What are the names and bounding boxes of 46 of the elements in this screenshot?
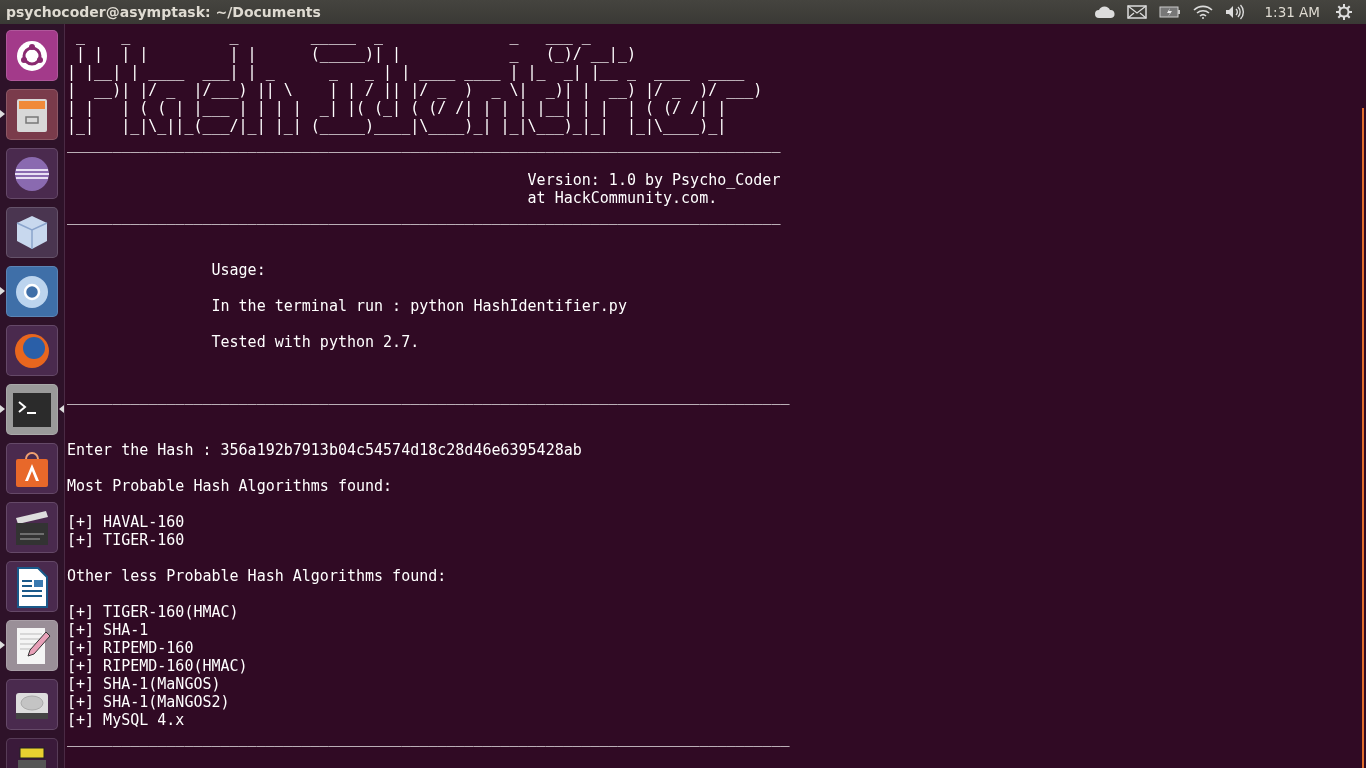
envelope-icon[interactable]	[1126, 5, 1147, 19]
terminal-line: [+] TIGER-160(HMAC)	[67, 603, 239, 621]
terminal-line: ________________________________________________________________________________	[67, 729, 790, 747]
terminal-line: at HackCommunity.com.	[526, 189, 718, 207]
speaker-icon[interactable]	[1224, 4, 1245, 20]
terminal-line: Other less Probable Hash Algorithms found:	[67, 567, 447, 585]
terminal-line: ________________________________________________________________________________	[67, 387, 790, 405]
terminal-icon[interactable]	[6, 384, 58, 435]
scrollbar[interactable]	[1362, 108, 1364, 768]
terminal-line: [+] TIGER-160	[67, 531, 185, 549]
battery-icon[interactable]	[1158, 6, 1181, 18]
terminal-line: | __)| |/ _ |/___) || \ | | / || |/ _ ) _ \| _)| | __) |/ _ )/ ___)	[67, 81, 763, 99]
document-icon[interactable]	[6, 561, 58, 612]
terminal-line: [+] RIPEMD-160(HMAC)	[67, 657, 248, 675]
terminal-line: [+] HAVAL-160	[67, 513, 185, 531]
terminal-line: [+] MySQL 4.x	[67, 711, 185, 729]
terminal-line: [+] SHA-1(MaNGOS)	[67, 675, 221, 693]
terminal-line: [+] RIPEMD-160	[67, 639, 194, 657]
terminal-line: [+] SHA-1	[67, 621, 149, 639]
hard-drive-icon[interactable]	[6, 679, 58, 730]
cube-icon[interactable]	[6, 207, 58, 258]
terminal-line: Most Probable Hash Algorithms found:	[67, 477, 393, 495]
shopping-bag-icon[interactable]	[6, 443, 58, 494]
clapperboard-icon[interactable]	[6, 502, 58, 553]
window-title: psychocoder@asymptask: ~/Documents	[6, 4, 321, 20]
terminal-line: In the terminal run : python HashIdentifier.py	[210, 297, 627, 315]
clock[interactable]: 1:31 AM	[1264, 4, 1320, 20]
settings-icon[interactable]	[1336, 4, 1352, 20]
drawer-icon[interactable]	[6, 89, 58, 140]
terminal-line: |_| |_|\_||_(___/|_| |_| (_____)____|\____)_| |_|\___)_|_| |_|\____)_|	[67, 117, 727, 135]
terminal-line: Usage:	[210, 261, 266, 279]
terminal-line: _ _ _ _____ _ _ ___ _	[75, 27, 591, 45]
terminal-line: | |__| | ____ ___| | _ _ _ | | ____ ____ | |_ _| |__ _ ____ ____	[67, 63, 745, 81]
cloud-icon[interactable]	[1094, 5, 1115, 19]
globe-icon[interactable]	[6, 325, 58, 376]
terminal-line: [+] SHA-1(MaNGOS2)	[67, 693, 230, 711]
terminal-line: Version: 1.0 by Psycho_Coder	[526, 171, 781, 189]
terminal-line: | | | ( ( | |___ | | | | _| |( (_| ( (/ /| | | | |__| | | | ( (/ /| |	[67, 99, 727, 117]
terminal-line: _______________________________________________________________________________	[67, 135, 781, 153]
terminal-line: _______________________________________________________________________________	[67, 207, 781, 225]
terminal-line: Tested with python 2.7.	[210, 333, 420, 351]
notepad-pencil-icon[interactable]	[6, 620, 58, 671]
wifi-icon[interactable]	[1192, 5, 1213, 19]
terminal-line: Enter the Hash : 356a192b7913b04c54574d18c28d46e6395428ab	[67, 441, 582, 459]
ring-icon[interactable]	[6, 266, 58, 317]
terminal-line: | | | | | | (_____)| | _ (_)/ __|_)	[75, 45, 636, 63]
